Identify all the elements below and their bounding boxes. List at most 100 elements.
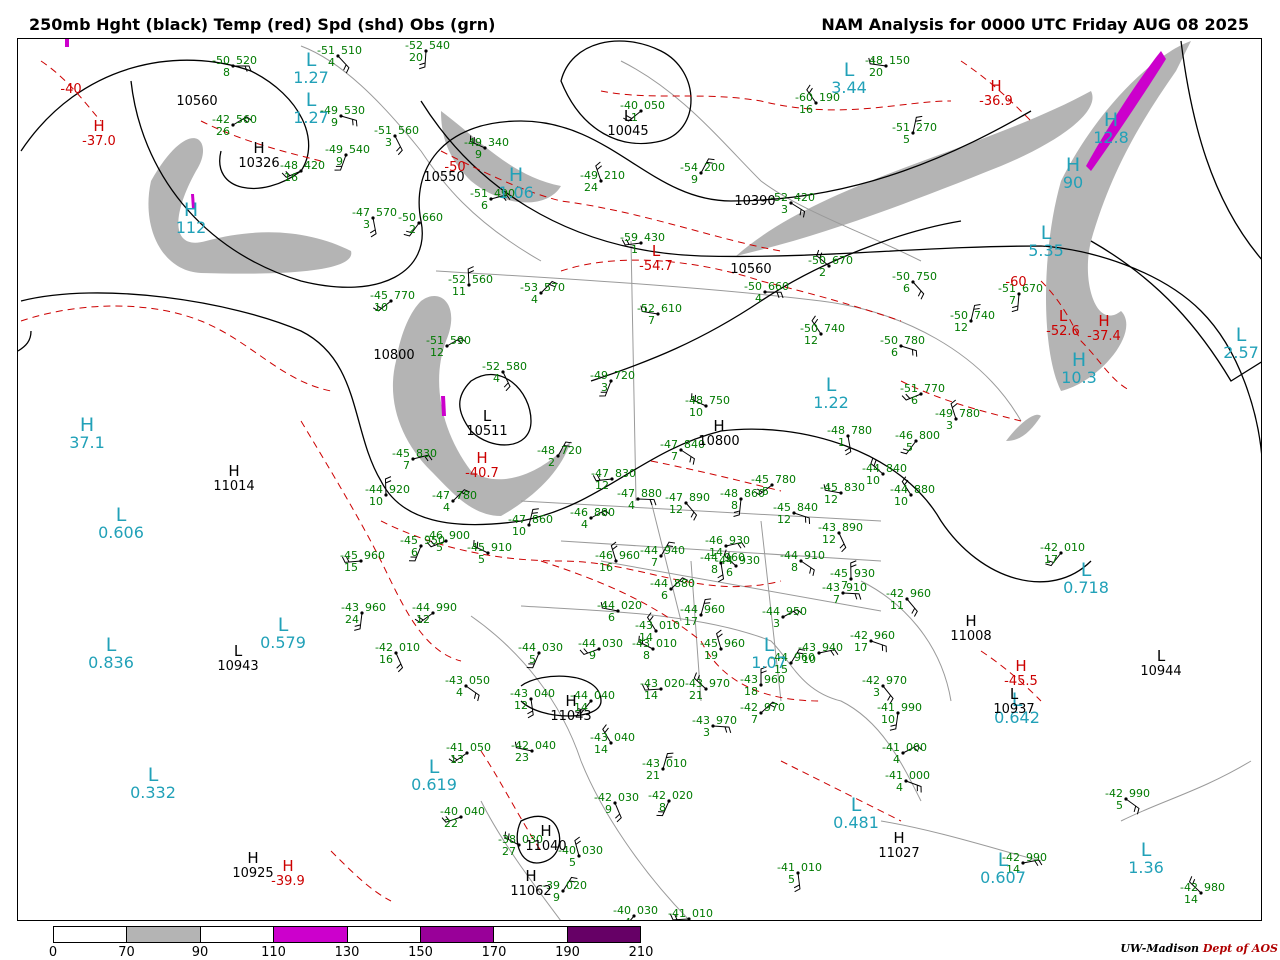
station-height: 580 bbox=[506, 360, 527, 373]
station-height: 840 bbox=[886, 462, 907, 475]
system-value: 0.481 bbox=[833, 813, 879, 832]
station-height: 570 bbox=[544, 281, 565, 294]
station-obs: -44 96017 bbox=[680, 603, 725, 628]
station-dot bbox=[734, 564, 738, 568]
station-height: 670 bbox=[832, 254, 853, 267]
contour-label: -40 bbox=[60, 82, 81, 97]
station-dot bbox=[659, 687, 663, 691]
station-height: 830 bbox=[844, 481, 865, 494]
legend-swatch bbox=[127, 927, 201, 942]
legend-tick-label: 150 bbox=[408, 945, 433, 960]
station-dot bbox=[419, 544, 423, 548]
station-obs: -44 99012 bbox=[412, 601, 457, 626]
station-dot bbox=[881, 472, 885, 476]
station-spread: 1 bbox=[838, 436, 845, 449]
station-obs: -49 7803 bbox=[935, 407, 980, 432]
station-obs: -51 7706 bbox=[900, 382, 945, 407]
station-height: 010 bbox=[692, 907, 713, 920]
station-height: 830 bbox=[416, 447, 437, 460]
station-obs: -43 9703 bbox=[692, 714, 737, 739]
station-spread: 17 bbox=[1044, 553, 1058, 566]
system-letter: L bbox=[1059, 307, 1068, 325]
system-value: 11062 bbox=[510, 884, 551, 899]
station-dot bbox=[597, 647, 601, 651]
station-obs: -48 15020 bbox=[865, 54, 910, 79]
station-obs: -44 9503 bbox=[762, 605, 807, 630]
station-obs: -43 02014 bbox=[640, 677, 685, 702]
system-value: 112 bbox=[176, 218, 207, 237]
high-marker: H-37.0 bbox=[82, 117, 116, 149]
station-height: 030 bbox=[637, 904, 658, 917]
station-obs: -49 5409 bbox=[325, 143, 370, 168]
station-dot bbox=[919, 392, 923, 396]
station-height: 020 bbox=[566, 879, 587, 892]
station-height: 880 bbox=[594, 506, 615, 519]
station-obs: -52 54020 bbox=[405, 39, 450, 64]
station-height: 560 bbox=[398, 124, 419, 137]
station-spread: 7 bbox=[648, 314, 655, 327]
high-marker: H11027 bbox=[878, 829, 919, 861]
station-dot bbox=[669, 587, 673, 591]
station-dot bbox=[501, 370, 505, 374]
station-dot bbox=[639, 109, 643, 113]
station-height: 940 bbox=[822, 641, 843, 654]
station-height: 150 bbox=[889, 54, 910, 67]
station-height: 910 bbox=[491, 541, 512, 554]
station-spread: 12 bbox=[669, 503, 683, 516]
station-dot bbox=[763, 290, 767, 294]
station-spread: 5 bbox=[788, 873, 795, 886]
wind-barb bbox=[395, 652, 404, 673]
station-dot bbox=[609, 741, 613, 745]
station-dot bbox=[799, 559, 803, 563]
station-dot bbox=[699, 171, 703, 175]
station-dot bbox=[869, 639, 873, 643]
station-height: 030 bbox=[618, 791, 639, 804]
pressure-systems: L1.27 L3.44 H-36.9H-37.0 H10326L1.27 L10045L… bbox=[69, 49, 1259, 899]
system-value: 3.44 bbox=[831, 78, 867, 97]
station-height: 040 bbox=[534, 687, 555, 700]
legend-tick-label: 170 bbox=[481, 945, 507, 960]
station-spread: 2 bbox=[819, 266, 826, 279]
station-spread: 9 bbox=[589, 649, 596, 662]
station-height: 860 bbox=[532, 513, 553, 526]
station-obs: -45 9105 bbox=[467, 541, 512, 566]
system-value: 5.35 bbox=[1028, 241, 1064, 260]
map-canvas: -50 5208-51 5104-52 54020-40 0501-48 15020-60… bbox=[18, 39, 1261, 920]
station-height: 210 bbox=[604, 169, 625, 182]
station-spread: 4 bbox=[531, 293, 538, 306]
station-dot bbox=[411, 457, 415, 461]
system-value: 10800 bbox=[698, 434, 739, 449]
station-spread: 3 bbox=[873, 686, 880, 699]
system-letter: H bbox=[990, 77, 1001, 95]
station-spread: 10 bbox=[689, 406, 703, 419]
station-height: 840 bbox=[797, 501, 818, 514]
station-obs: -40 04022 bbox=[440, 805, 485, 830]
station-height: 200 bbox=[704, 161, 725, 174]
station-obs: -44 92010 bbox=[365, 483, 410, 508]
station-height: 270 bbox=[916, 121, 937, 134]
contour-label: 10560 bbox=[176, 94, 217, 109]
station-dot bbox=[464, 684, 468, 688]
station-spread: 20 bbox=[869, 66, 883, 79]
station-spread: 5 bbox=[569, 856, 576, 869]
station-dot bbox=[489, 197, 493, 201]
system-value: -52.6 bbox=[1046, 324, 1080, 339]
station-height: 740 bbox=[974, 309, 995, 322]
legend-swatch bbox=[347, 927, 421, 942]
station-height: 030 bbox=[542, 641, 563, 654]
station-dot bbox=[1124, 797, 1128, 801]
station-height: 610 bbox=[661, 302, 682, 315]
system-value: -40.7 bbox=[465, 466, 499, 481]
station-dot bbox=[614, 559, 618, 563]
station-spread: 4 bbox=[443, 501, 450, 514]
wind-barb bbox=[870, 640, 887, 653]
system-value: 11014 bbox=[213, 479, 254, 494]
station-height: 720 bbox=[561, 444, 582, 457]
system-value: 10045 bbox=[607, 124, 648, 139]
station-height: 990 bbox=[1026, 851, 1047, 864]
wind-barb bbox=[906, 598, 918, 617]
wind-barb bbox=[394, 135, 403, 156]
station-dot bbox=[699, 613, 703, 617]
system-value: 0.619 bbox=[411, 775, 457, 794]
station-spread: 1 bbox=[631, 243, 638, 256]
